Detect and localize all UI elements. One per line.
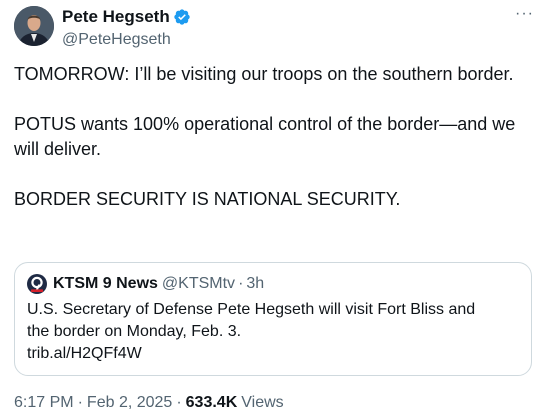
author-handle[interactable]: @PeteHegseth	[62, 30, 171, 50]
tweet-time[interactable]: 6:17 PM	[14, 393, 74, 413]
ktsm-logo-icon	[27, 274, 47, 294]
tweet-meta: 6:17 PM · Feb 2, 2025 · 633.4K Views	[14, 393, 284, 413]
quoted-tweet-header: KTSM 9 News @KTSMtv · 3h	[27, 274, 264, 294]
views-label: Views	[241, 394, 284, 411]
tweet-paragraph: BORDER SECURITY IS NATIONAL SECURITY.	[14, 189, 401, 209]
avatar[interactable]	[14, 6, 54, 46]
views-count[interactable]: 633.4K	[186, 393, 238, 413]
tweet-paragraph: POTUS wants 100% operational control of …	[14, 114, 516, 159]
separator-dot: ·	[176, 394, 182, 411]
quoted-author-handle[interactable]: @KTSMtv	[162, 274, 235, 294]
tweet-text: TOMORROW: I’ll be visiting our troops on…	[14, 62, 534, 212]
tweet-paragraph: TOMORROW: I’ll be visiting our troops on…	[14, 64, 514, 84]
more-options-icon[interactable]: ···	[515, 6, 534, 22]
quoted-timestamp[interactable]: 3h	[246, 274, 264, 294]
tweet-header: Pete Hegseth @PeteHegseth ···	[14, 6, 534, 50]
quoted-text-line: U.S. Secretary of Defense Pete Hegseth w…	[27, 301, 476, 318]
author-display-name[interactable]: Pete Hegseth	[62, 7, 170, 27]
tweet-date[interactable]: Feb 2, 2025	[87, 393, 172, 413]
quoted-text-line: the border on Monday, Feb. 3.	[27, 323, 242, 340]
quoted-author-name[interactable]: KTSM 9 News	[53, 274, 158, 294]
verified-badge-icon	[174, 9, 190, 25]
quoted-tweet-text: U.S. Secretary of Defense Pete Hegseth w…	[27, 299, 517, 365]
separator-dot: ·	[238, 275, 244, 292]
separator-dot: ·	[77, 394, 83, 411]
quoted-tweet[interactable]: KTSM 9 News @KTSMtv · 3h U.S. Secretary …	[14, 262, 532, 376]
quoted-link[interactable]: trib.al/H2QFf4W	[27, 343, 517, 365]
avatar-image	[14, 6, 54, 46]
